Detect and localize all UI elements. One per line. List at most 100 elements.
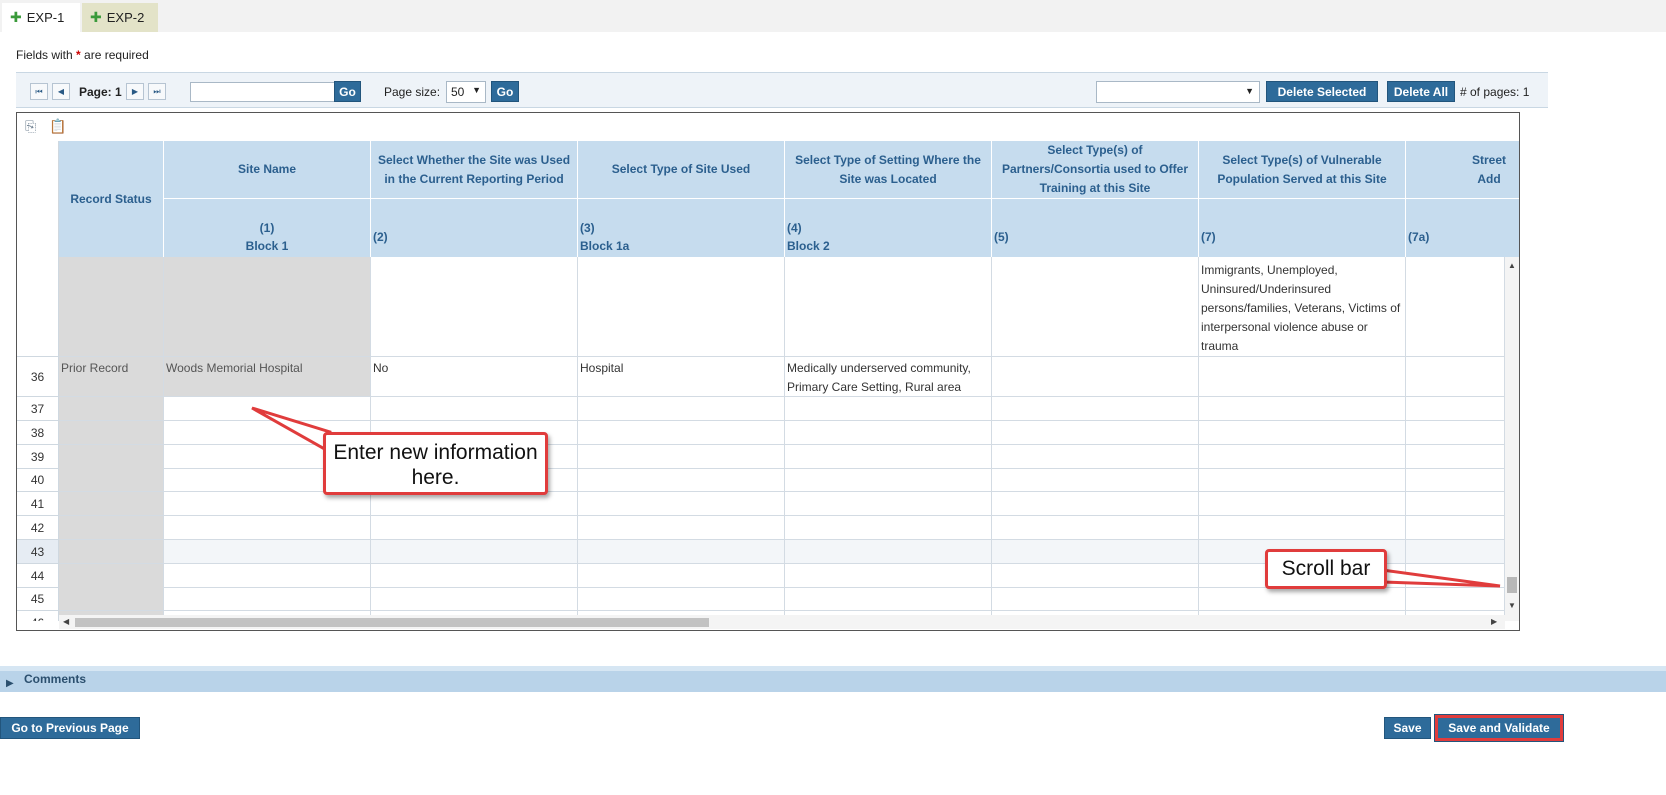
last-page-icon[interactable]: ⏭ <box>148 83 166 100</box>
vulnerable-population-cell[interactable] <box>1199 421 1406 445</box>
table-cell[interactable]: Immigrants, Unemployed, Uninsured/Underi… <box>1199 257 1406 357</box>
pager-bar: ⏮ ◀ Page: 1 ▶ ⏭ Go Page size: 50 ▼ Go ▼ … <box>16 72 1548 108</box>
vulnerable-population-cell[interactable] <box>1199 587 1406 611</box>
street-address-cell[interactable] <box>1406 492 1505 516</box>
partners-cell[interactable] <box>992 421 1199 445</box>
site-type-cell[interactable] <box>578 516 785 540</box>
page-number-input[interactable] <box>190 82 335 102</box>
next-page-icon[interactable]: ▶ <box>126 83 144 100</box>
setting-type-cell[interactable] <box>785 397 992 421</box>
save-button[interactable]: Save <box>1384 717 1431 739</box>
col-header-vulnerable-population: Select Type(s) of Vulnerable Population … <box>1199 141 1406 199</box>
copy-icon[interactable]: ⎘ <box>25 118 36 135</box>
setting-type-cell[interactable] <box>785 468 992 492</box>
setting-type-cell[interactable] <box>785 492 992 516</box>
delete-selected-button[interactable]: Delete Selected <box>1266 81 1378 102</box>
vertical-scroll-thumb[interactable] <box>1507 577 1517 593</box>
col-header-site-used: Select Whether the Site was Used in the … <box>371 141 578 199</box>
site-type-cell[interactable] <box>578 564 785 588</box>
col-subheader-partners: (5) <box>992 199 1199 257</box>
table-cell[interactable] <box>785 257 992 357</box>
setting-type-cell[interactable] <box>785 516 992 540</box>
partners-cell[interactable] <box>992 397 1199 421</box>
vulnerable-population-cell[interactable] <box>1199 492 1406 516</box>
site-type-cell[interactable] <box>578 445 785 469</box>
street-address-cell[interactable] <box>1406 445 1505 469</box>
site-name-cell[interactable] <box>164 516 371 540</box>
scroll-down-icon[interactable]: ▼ <box>1508 601 1516 610</box>
vulnerable-population-cell[interactable] <box>1199 357 1406 397</box>
site-name-cell[interactable] <box>164 587 371 611</box>
save-and-validate-button[interactable]: Save and Validate <box>1434 714 1564 742</box>
row-number: 40 <box>17 468 59 492</box>
table-cell[interactable] <box>992 257 1199 357</box>
tab-exp-2[interactable]: ✚ EXP-2 <box>82 3 158 32</box>
vertical-scrollbar[interactable]: ▲ ▼ <box>1505 257 1519 621</box>
site-type-cell[interactable] <box>578 587 785 611</box>
site-used-cell[interactable] <box>371 492 578 516</box>
tab-label: EXP-1 <box>26 10 65 25</box>
site-type-cell[interactable] <box>578 397 785 421</box>
setting-type-cell[interactable] <box>785 564 992 588</box>
street-address-cell[interactable] <box>1406 421 1505 445</box>
site-used-cell[interactable] <box>371 540 578 564</box>
site-name-cell[interactable] <box>164 540 371 564</box>
scroll-up-icon[interactable]: ▲ <box>1508 261 1516 270</box>
street-address-cell[interactable] <box>1406 357 1505 397</box>
site-name-cell[interactable]: Woods Memorial Hospital <box>164 357 371 397</box>
first-page-icon[interactable]: ⏮ <box>30 83 48 100</box>
scroll-right-icon[interactable]: ▶ <box>1491 617 1497 626</box>
street-address-cell[interactable] <box>1406 516 1505 540</box>
site-type-cell[interactable] <box>578 468 785 492</box>
partners-cell[interactable] <box>992 516 1199 540</box>
partners-cell[interactable] <box>992 564 1199 588</box>
prev-page-icon[interactable]: ◀ <box>52 83 70 100</box>
action-select[interactable]: ▼ <box>1096 81 1260 103</box>
partners-cell[interactable] <box>992 540 1199 564</box>
tab-exp-1[interactable]: ✚ EXP-1 <box>2 3 80 32</box>
setting-type-cell[interactable] <box>785 445 992 469</box>
site-type-cell[interactable]: Hospital <box>578 357 785 397</box>
partners-cell[interactable] <box>992 357 1199 397</box>
horizontal-scroll-thumb[interactable] <box>75 618 709 627</box>
vulnerable-population-cell[interactable] <box>1199 516 1406 540</box>
site-type-cell[interactable] <box>578 492 785 516</box>
setting-type-cell[interactable]: Medically underserved community, Primary… <box>785 357 992 397</box>
site-used-cell[interactable] <box>371 516 578 540</box>
page-size-go-button[interactable]: Go <box>491 81 519 102</box>
street-address-cell[interactable] <box>1406 397 1505 421</box>
comments-section[interactable]: ▶ Comments <box>0 666 1666 692</box>
scroll-left-icon[interactable]: ◀ <box>63 617 69 626</box>
partners-cell[interactable] <box>992 445 1199 469</box>
vulnerable-population-cell[interactable] <box>1199 468 1406 492</box>
vulnerable-population-cell[interactable] <box>1199 397 1406 421</box>
go-button[interactable]: Go <box>334 81 361 102</box>
delete-all-button[interactable]: Delete All <box>1387 81 1455 102</box>
site-name-cell[interactable] <box>164 564 371 588</box>
partners-cell[interactable] <box>992 468 1199 492</box>
site-used-cell[interactable]: No <box>371 357 578 397</box>
table-cell[interactable] <box>164 257 371 357</box>
partners-cell[interactable] <box>992 492 1199 516</box>
expand-triangle-icon[interactable]: ▶ <box>6 678 14 689</box>
street-address-cell[interactable] <box>1406 468 1505 492</box>
site-used-cell[interactable] <box>371 587 578 611</box>
setting-type-cell[interactable] <box>785 421 992 445</box>
table-cell[interactable] <box>371 257 578 357</box>
table-cell[interactable] <box>1406 257 1505 357</box>
site-type-cell[interactable] <box>578 540 785 564</box>
previous-page-button[interactable]: Go to Previous Page <box>0 717 140 739</box>
paste-icon[interactable]: 📋 <box>49 118 66 135</box>
setting-type-cell[interactable] <box>785 540 992 564</box>
record-status-cell <box>59 468 164 492</box>
site-name-cell[interactable] <box>164 492 371 516</box>
site-used-cell[interactable] <box>371 564 578 588</box>
page-size-select[interactable]: 50 ▼ <box>446 81 486 103</box>
horizontal-scrollbar[interactable]: ◀ ▶ <box>59 615 1505 629</box>
table-cell[interactable] <box>578 257 785 357</box>
vulnerable-population-cell[interactable] <box>1199 445 1406 469</box>
site-used-cell[interactable] <box>371 397 578 421</box>
setting-type-cell[interactable] <box>785 587 992 611</box>
partners-cell[interactable] <box>992 587 1199 611</box>
site-type-cell[interactable] <box>578 421 785 445</box>
